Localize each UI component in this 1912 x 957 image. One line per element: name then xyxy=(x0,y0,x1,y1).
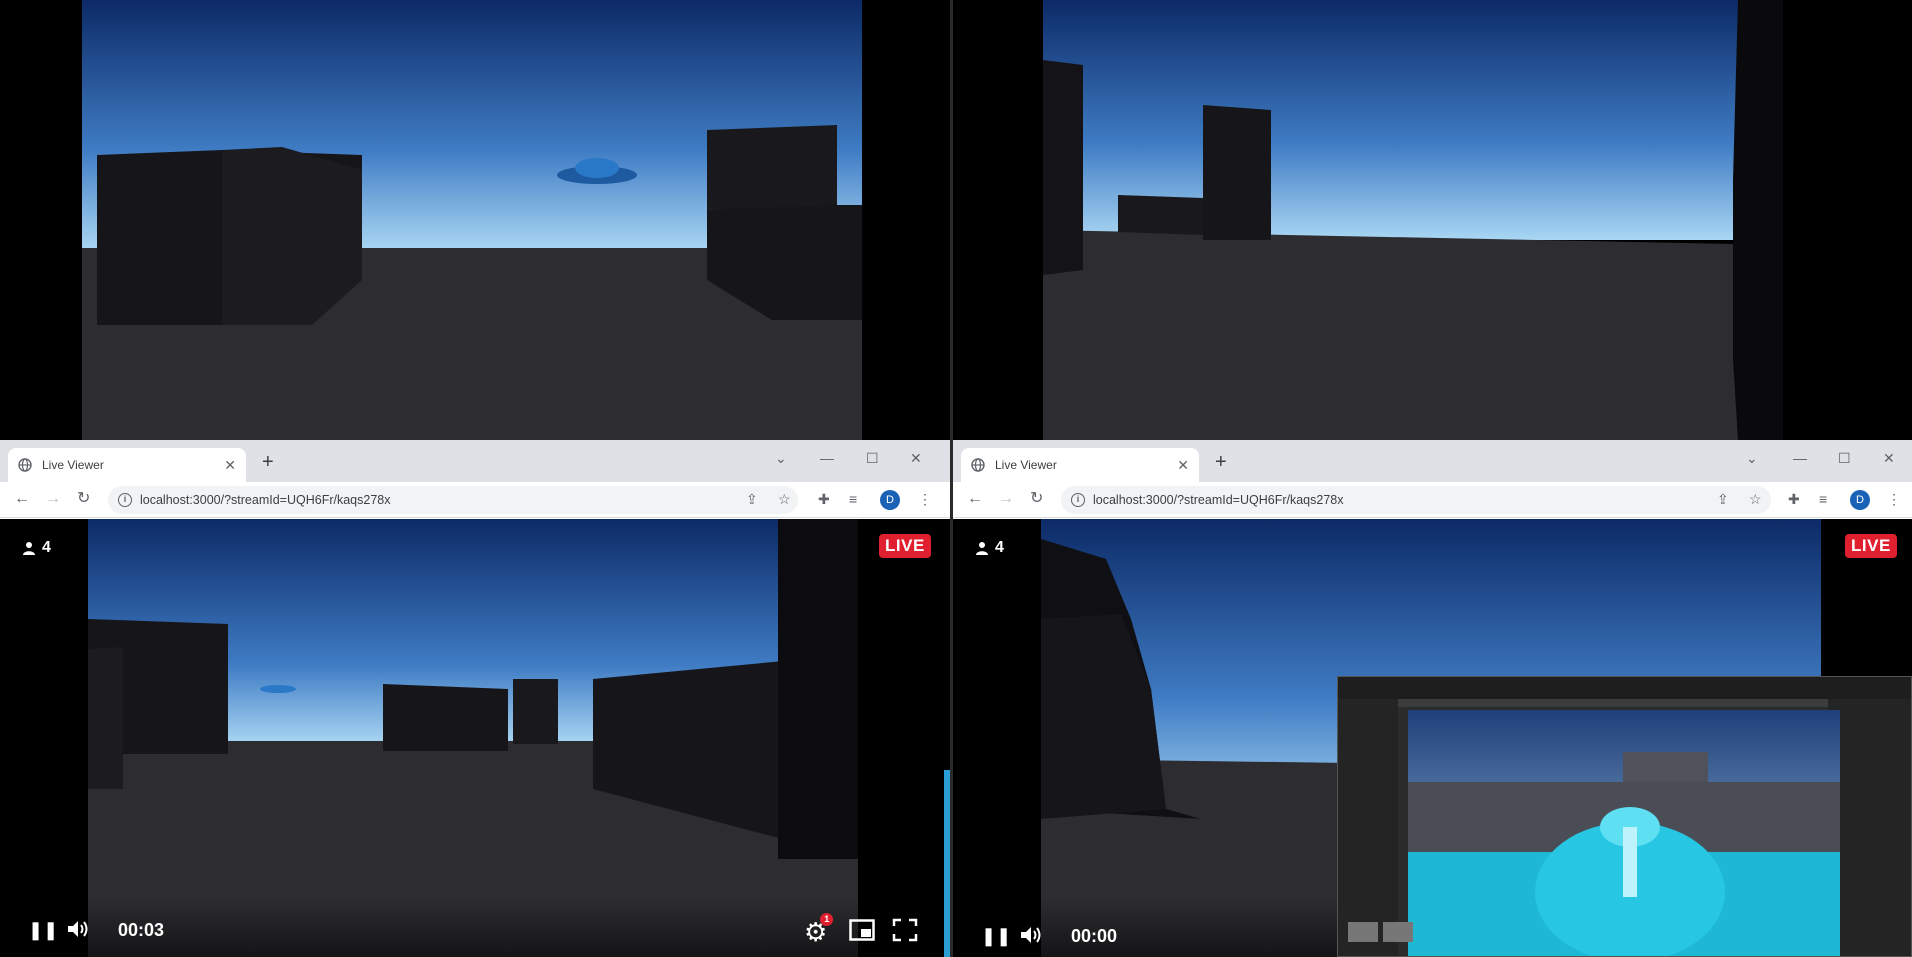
live-badge: LIVE xyxy=(879,534,931,558)
volume-icon[interactable] xyxy=(66,919,90,939)
share-icon[interactable]: ⇪ xyxy=(746,491,758,507)
maximize-icon[interactable]: ☐ xyxy=(1838,450,1851,467)
star-icon[interactable]: ☆ xyxy=(1749,491,1762,507)
video-player[interactable]: 4 LIVE ❚❚ 00:03 ⚙ 1 xyxy=(0,519,950,957)
avatar[interactable]: D xyxy=(1850,490,1870,510)
info-icon[interactable]: i xyxy=(1071,493,1085,507)
address-bar[interactable]: i localhost:3000/?streamId=UQH6Fr/kaqs27… xyxy=(1061,486,1771,514)
browser-window-left: Live Viewer ✕ + ⌄ — ☐ ✕ ← → ↻ i localhos… xyxy=(0,440,950,957)
arrow-right-icon[interactable]: → xyxy=(45,490,61,508)
avatar[interactable]: D xyxy=(880,490,900,510)
globe-icon xyxy=(18,458,32,472)
viewer-count: 4 xyxy=(22,539,51,557)
viewer-count-value: 4 xyxy=(995,539,1004,556)
arrow-left-icon[interactable]: ← xyxy=(967,490,983,508)
puzzle-icon[interactable]: ✚ xyxy=(1788,491,1800,507)
reload-icon[interactable]: ↻ xyxy=(1030,490,1043,508)
puzzle-icon[interactable]: ✚ xyxy=(818,491,830,507)
picture-in-picture-icon[interactable] xyxy=(849,919,875,941)
info-icon[interactable]: i xyxy=(118,493,132,507)
reading-list-icon[interactable]: ≡ xyxy=(849,491,857,507)
tab-title: Live Viewer xyxy=(42,458,104,472)
plus-icon[interactable]: + xyxy=(262,452,274,472)
video-player[interactable]: 4 LIVE ❚❚ 00:00 xyxy=(953,519,1912,957)
plus-icon[interactable]: + xyxy=(1215,452,1227,472)
pause-icon[interactable]: ❚❚ xyxy=(28,920,58,941)
editor-overlay xyxy=(1337,676,1912,957)
game-scene xyxy=(82,0,862,440)
game-scene xyxy=(88,519,858,957)
editor-screenshot xyxy=(1338,677,1911,956)
tab-strip: Live Viewer ✕ + ⌄ — ☐ ✕ xyxy=(953,440,1912,482)
arrow-left-icon[interactable]: ← xyxy=(14,490,30,508)
person-icon xyxy=(976,542,988,555)
share-icon[interactable]: ⇪ xyxy=(1717,491,1729,507)
game-view-top-left xyxy=(0,0,950,440)
kebab-menu-icon[interactable]: ⋮ xyxy=(918,491,932,507)
player-controls: ❚❚ 00:00 xyxy=(953,897,1337,957)
browser-window-right: Live Viewer ✕ + ⌄ — ☐ ✕ ← → ↻ i localhos… xyxy=(953,440,1912,957)
close-icon[interactable]: ✕ xyxy=(224,457,236,474)
chevron-down-icon[interactable]: ⌄ xyxy=(775,450,787,467)
browser-toolbar: ← → ↻ i localhost:3000/?streamId=UQH6Fr/… xyxy=(953,482,1912,518)
close-window-icon[interactable]: ✕ xyxy=(1883,450,1895,467)
chevron-down-icon[interactable]: ⌄ xyxy=(1746,450,1758,467)
arrow-right-icon[interactable]: → xyxy=(998,490,1014,508)
player-controls: ❚❚ 00:03 ⚙ 1 xyxy=(0,897,950,957)
browser-toolbar: ← → ↻ i localhost:3000/?streamId=UQH6Fr/… xyxy=(0,482,950,518)
close-icon[interactable]: ✕ xyxy=(1177,457,1189,474)
game-view-top-right xyxy=(953,0,1912,440)
reading-list-icon[interactable]: ≡ xyxy=(1819,491,1827,507)
volume-icon[interactable] xyxy=(1019,925,1043,945)
star-icon[interactable]: ☆ xyxy=(778,491,791,507)
fullscreen-icon[interactable] xyxy=(892,918,918,942)
game-scene xyxy=(1043,0,1783,440)
tab-strip: Live Viewer ✕ + ⌄ — ☐ ✕ xyxy=(0,440,950,482)
maximize-icon[interactable]: ☐ xyxy=(866,450,879,467)
tab-live-viewer[interactable]: Live Viewer ✕ xyxy=(961,448,1199,482)
minimize-icon[interactable]: — xyxy=(820,450,834,466)
tab-title: Live Viewer xyxy=(995,458,1057,472)
settings-notification-badge: 1 xyxy=(820,913,834,926)
minimize-icon[interactable]: — xyxy=(1793,450,1807,466)
playback-time: 00:03 xyxy=(118,920,165,940)
kebab-menu-icon[interactable]: ⋮ xyxy=(1887,491,1901,507)
url-text: localhost:3000/?streamId=UQH6Fr/kaqs278x xyxy=(140,493,391,507)
close-window-icon[interactable]: ✕ xyxy=(910,450,922,467)
playback-time: 00:00 xyxy=(1071,926,1118,946)
reload-icon[interactable]: ↻ xyxy=(77,490,90,508)
url-text: localhost:3000/?streamId=UQH6Fr/kaqs278x xyxy=(1093,493,1344,507)
globe-icon xyxy=(971,458,985,472)
tab-live-viewer[interactable]: Live Viewer ✕ xyxy=(8,448,246,482)
address-bar[interactable]: i localhost:3000/?streamId=UQH6Fr/kaqs27… xyxy=(108,486,798,514)
viewer-count-value: 4 xyxy=(42,539,51,556)
live-badge: LIVE xyxy=(1845,534,1897,558)
person-icon xyxy=(23,542,35,555)
viewer-count: 4 xyxy=(975,539,1004,557)
pause-icon[interactable]: ❚❚ xyxy=(981,926,1011,947)
gear-icon[interactable]: ⚙ 1 xyxy=(804,913,834,945)
